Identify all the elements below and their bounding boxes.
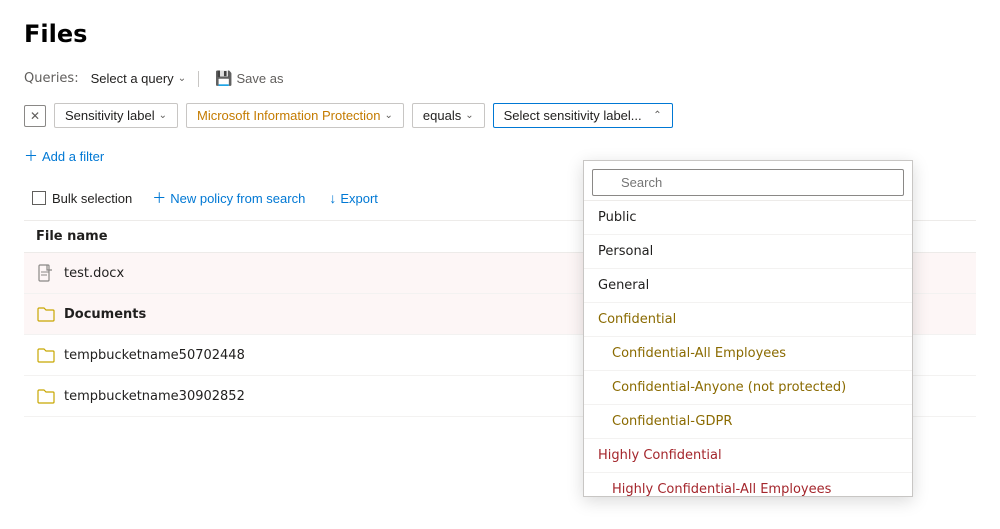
mip-filter-tag[interactable]: Microsoft Information Protection ⌄ <box>186 103 404 128</box>
chevron-down-icon: ⌄ <box>159 110 167 121</box>
dropdown-search-input[interactable] <box>592 169 904 196</box>
save-as-label: Save as <box>237 71 284 86</box>
file-name: tempbucketname30902852 <box>64 389 245 404</box>
dropdown-list: PublicPersonalGeneralConfidentialConfide… <box>584 201 912 496</box>
plus-icon: ＋ <box>152 188 166 208</box>
download-icon: ↓ <box>329 190 336 206</box>
dropdown-item[interactable]: Personal <box>584 235 912 269</box>
bulk-selection-label: Bulk selection <box>52 191 132 206</box>
dropdown-item[interactable]: Confidential-GDPR <box>584 405 912 439</box>
operator-label-text: equals <box>423 108 461 123</box>
folder-icon <box>36 304 56 324</box>
search-input-wrapper: 🔍 <box>592 169 904 196</box>
sensitivity-label-text: Sensitivity label <box>65 108 155 123</box>
chevron-down-icon: ⌄ <box>385 110 393 121</box>
folder-icon <box>36 345 56 365</box>
bulk-checkbox-icon <box>32 191 46 205</box>
file-icon <box>36 263 56 283</box>
export-button[interactable]: ↓ Export <box>317 186 390 210</box>
sensitivity-dropdown-button[interactable]: Select sensitivity label... ⌃ <box>493 103 673 128</box>
chevron-down-icon: ⌄ <box>465 110 473 121</box>
dropdown-item[interactable]: Public <box>584 201 912 235</box>
chevron-down-icon: ⌄ <box>178 73 186 84</box>
dropdown-item[interactable]: Confidential-All Employees <box>584 337 912 371</box>
add-filter-button[interactable]: ＋ Add a filter <box>24 142 104 170</box>
new-policy-button[interactable]: ＋ New policy from search <box>140 184 317 212</box>
sensitivity-dropdown-label: Select sensitivity label... <box>504 108 642 123</box>
bulk-selection-button[interactable]: Bulk selection <box>24 187 140 210</box>
filter-close-button[interactable]: ✕ <box>24 105 46 127</box>
plus-icon: ＋ <box>24 146 38 166</box>
page-container: Files Queries: Select a query ⌄ 💾 Save a… <box>0 0 1000 437</box>
file-name: tempbucketname50702448 <box>64 348 245 363</box>
select-query-label: Select a query <box>91 71 174 86</box>
dropdown-item[interactable]: Confidential-Anyone (not protected) <box>584 371 912 405</box>
folder-icon <box>36 386 56 406</box>
select-query-button[interactable]: Select a query ⌄ <box>87 69 191 88</box>
export-label: Export <box>340 191 378 206</box>
chevron-up-icon: ⌃ <box>653 110 661 121</box>
filters-row: ✕ Sensitivity label ⌄ Microsoft Informat… <box>24 103 976 128</box>
dropdown-search-wrapper: 🔍 <box>584 161 912 201</box>
vertical-divider <box>198 71 199 87</box>
sensitivity-label-filter-tag[interactable]: Sensitivity label ⌄ <box>54 103 178 128</box>
queries-row: Queries: Select a query ⌄ 💾 Save as <box>24 68 976 89</box>
floppy-icon: 💾 <box>215 70 232 87</box>
queries-label: Queries: <box>24 71 79 86</box>
page-title: Files <box>24 20 976 48</box>
file-name: Documents <box>64 307 146 322</box>
dropdown-item[interactable]: General <box>584 269 912 303</box>
add-filter-label: Add a filter <box>42 149 104 164</box>
operator-filter-tag[interactable]: equals ⌄ <box>412 103 485 128</box>
new-policy-label: New policy from search <box>170 191 305 206</box>
file-name: test.docx <box>64 266 124 281</box>
dropdown-item[interactable]: Highly Confidential-All Employees <box>584 473 912 496</box>
mip-label-text: Microsoft Information Protection <box>197 108 381 123</box>
sensitivity-label-dropdown: 🔍 PublicPersonalGeneralConfidentialConfi… <box>583 160 913 497</box>
close-icon: ✕ <box>30 109 40 123</box>
dropdown-item[interactable]: Highly Confidential <box>584 439 912 473</box>
dropdown-item[interactable]: Confidential <box>584 303 912 337</box>
save-as-button[interactable]: 💾 Save as <box>207 68 291 89</box>
